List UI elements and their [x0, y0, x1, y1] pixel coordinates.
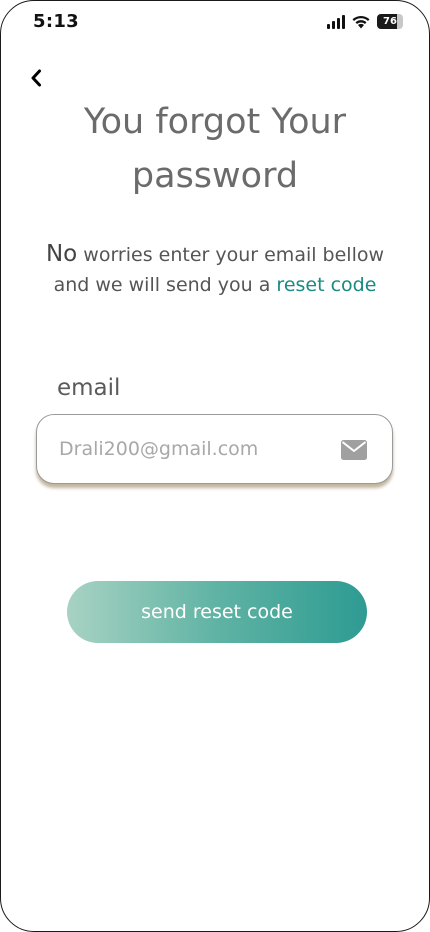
chevron-left-icon [31, 69, 41, 87]
instructions-first-word: No [45, 241, 78, 267]
back-button[interactable] [23, 63, 49, 93]
instructions-line2-prefix: and we will send you a [53, 274, 277, 296]
envelope-icon [341, 440, 367, 460]
page-title-line2: password [131, 156, 299, 196]
send-reset-code-button[interactable]: send reset code [67, 581, 367, 643]
email-input[interactable] [57, 437, 331, 461]
status-time: 5:13 [33, 11, 79, 32]
instructions-line1: No worries enter your email bellow [21, 239, 409, 270]
instructions-line2: and we will send you a reset code [21, 270, 409, 300]
reset-code-link[interactable]: reset code [276, 274, 376, 296]
battery-level: 76 [383, 16, 397, 27]
cellular-signal-icon [327, 14, 345, 29]
phone-screen: 5:13 76 You forgot Your password No worr… [0, 0, 430, 932]
wifi-icon [352, 15, 370, 29]
instructions-text: No worries enter your email bellow and w… [21, 239, 409, 300]
email-field[interactable] [36, 414, 393, 484]
page-title: You forgot Your password [1, 95, 429, 203]
instructions-line1-rest: worries enter your email bellow [77, 244, 385, 266]
status-icons: 76 [327, 14, 403, 29]
email-label: email [57, 375, 121, 401]
battery-icon: 76 [377, 14, 403, 29]
page-title-line1: You forgot Your [83, 102, 347, 142]
